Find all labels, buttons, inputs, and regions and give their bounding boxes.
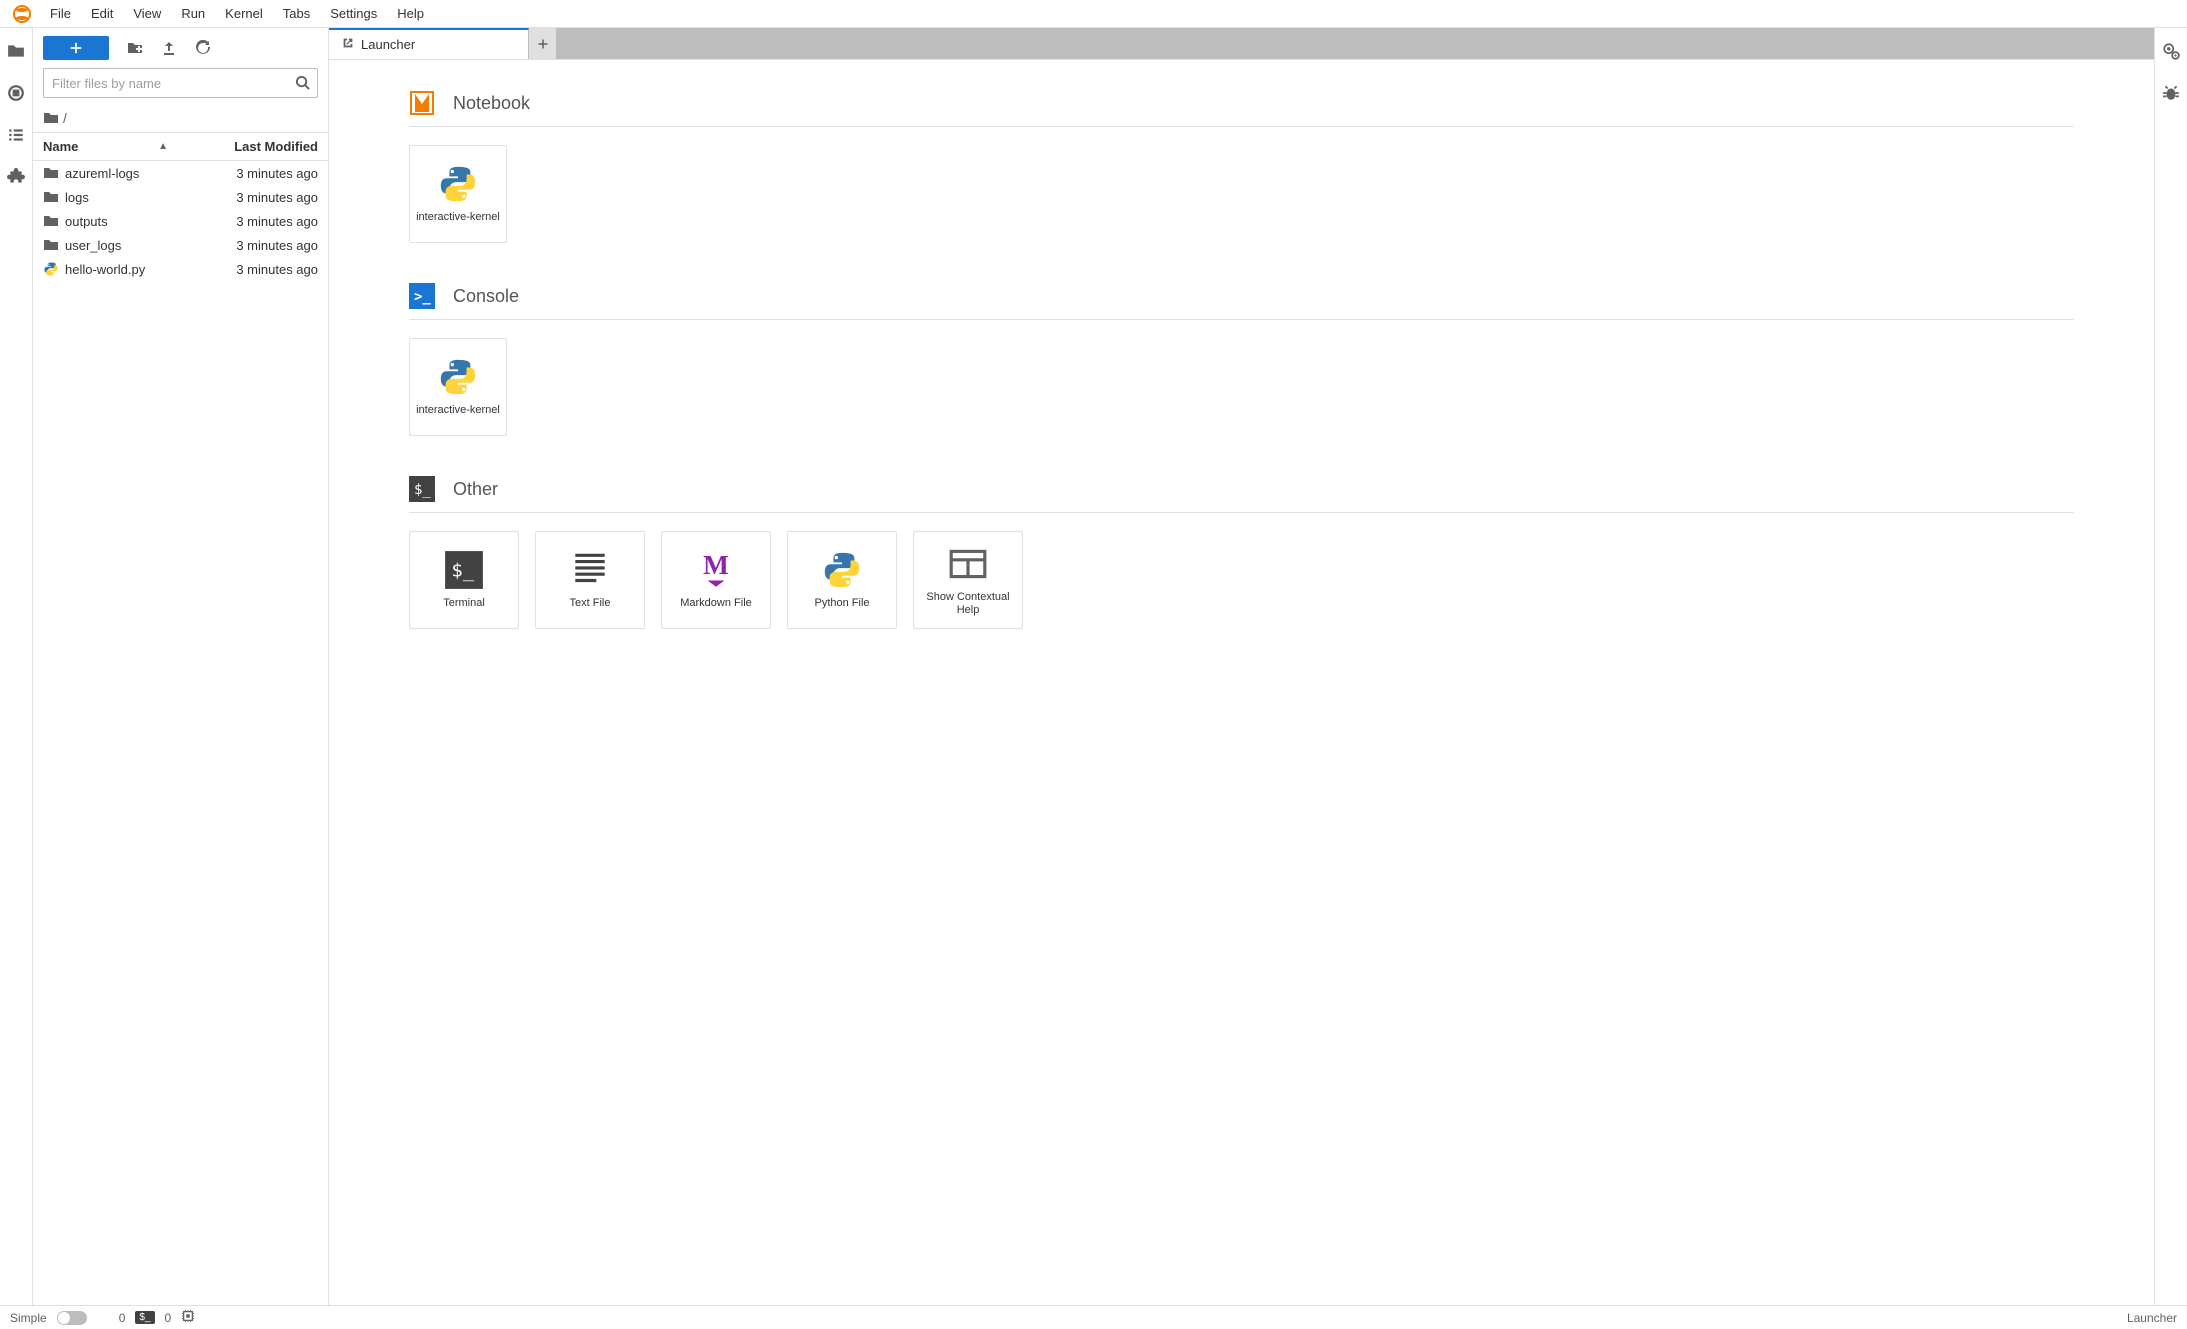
menu-edit[interactable]: Edit [81, 2, 123, 25]
property-inspector-icon[interactable] [2162, 42, 2180, 60]
section-title: Other [453, 479, 498, 500]
menu-kernel[interactable]: Kernel [215, 2, 273, 25]
markdown-icon [695, 549, 737, 591]
file-modified: 3 minutes ago [178, 262, 318, 277]
file-name: logs [65, 190, 178, 205]
header-name-column[interactable]: Name▲ [33, 133, 188, 160]
refresh-icon[interactable] [195, 40, 211, 56]
menu-file[interactable]: File [40, 2, 81, 25]
section-other: Other Terminal Text File Markdown File Pyth… [409, 476, 2074, 629]
terminals-count[interactable]: 0 [119, 1311, 126, 1325]
file-row[interactable]: user_logs3 minutes ago [33, 233, 328, 257]
filter-files-input[interactable] [43, 68, 318, 98]
running-kernels-icon[interactable] [7, 84, 25, 102]
launcher-card[interactable]: Terminal [409, 531, 519, 629]
folder-icon [43, 165, 59, 181]
extensions-icon[interactable] [7, 168, 25, 186]
card-label: Show Contextual Help [920, 591, 1016, 617]
file-list: azureml-logs3 minutes agologs3 minutes a… [33, 161, 328, 1305]
new-folder-icon[interactable] [127, 40, 143, 56]
tab-bar: Launcher [329, 28, 2154, 60]
terminal-icon [443, 549, 485, 591]
card-label: Markdown File [680, 597, 752, 610]
file-modified: 3 minutes ago [178, 238, 318, 253]
file-modified: 3 minutes ago [178, 190, 318, 205]
launcher-card[interactable]: Text File [535, 531, 645, 629]
menu-settings[interactable]: Settings [320, 2, 387, 25]
work-area: Launcher Notebook interactive-kernel Con… [329, 28, 2154, 1305]
card-label: Python File [814, 597, 869, 610]
file-name: user_logs [65, 238, 178, 253]
file-name: outputs [65, 214, 178, 229]
new-launcher-button[interactable] [43, 36, 109, 60]
python-icon [821, 549, 863, 591]
tab-title: Launcher [361, 37, 415, 52]
section-console: Console interactive-kernel [409, 283, 2074, 436]
search-icon [295, 75, 310, 93]
section-title: Notebook [453, 93, 530, 114]
file-row[interactable]: outputs3 minutes ago [33, 209, 328, 233]
kernels-count[interactable]: 0 [165, 1311, 172, 1325]
notebook-section-icon [409, 90, 435, 116]
tab-launcher[interactable]: Launcher [329, 28, 529, 59]
menu-view[interactable]: View [123, 2, 171, 25]
sort-asc-icon: ▲ [158, 141, 168, 152]
file-list-header: Name▲ Last Modified [33, 133, 328, 161]
status-mode: Launcher [2127, 1311, 2177, 1325]
launcher-card[interactable]: Show Contextual Help [913, 531, 1023, 629]
file-browser-toolbar [33, 28, 328, 68]
folder-icon [43, 213, 59, 229]
python-icon [437, 163, 479, 205]
simple-mode-toggle[interactable] [57, 1311, 87, 1325]
help-icon [947, 543, 989, 585]
menu-tabs[interactable]: Tabs [273, 2, 320, 25]
menu-help[interactable]: Help [387, 2, 434, 25]
left-activity-rail [0, 28, 33, 1305]
file-row[interactable]: logs3 minutes ago [33, 185, 328, 209]
card-label: Terminal [443, 597, 485, 610]
launcher-card[interactable]: interactive-kernel [409, 338, 507, 436]
breadcrumb-path: / [63, 110, 67, 126]
folder-icon [43, 189, 59, 205]
folder-icon[interactable] [7, 42, 25, 60]
file-browser: / Name▲ Last Modified azureml-logs3 minu… [33, 28, 329, 1305]
header-modified-column[interactable]: Last Modified [188, 133, 328, 160]
file-modified: 3 minutes ago [178, 166, 318, 181]
status-bar: Simple 0 $_ 0 Launcher [0, 1305, 2187, 1329]
terminal-status-icon[interactable]: $_ [135, 1311, 154, 1324]
python-icon [437, 356, 479, 398]
simple-mode-label: Simple [10, 1311, 47, 1325]
menu-bar: File Edit View Run Kernel Tabs Settings … [0, 0, 2187, 28]
launcher-card[interactable]: Python File [787, 531, 897, 629]
menu-run[interactable]: Run [171, 2, 215, 25]
launcher-card[interactable]: interactive-kernel [409, 145, 507, 243]
file-name: azureml-logs [65, 166, 178, 181]
upload-icon[interactable] [161, 40, 177, 56]
file-modified: 3 minutes ago [178, 214, 318, 229]
folder-icon [43, 237, 59, 253]
file-row[interactable]: hello-world.py3 minutes ago [33, 257, 328, 281]
debugger-icon[interactable] [2162, 84, 2180, 102]
right-activity-rail [2154, 28, 2187, 1305]
other-section-icon [409, 476, 435, 502]
card-label: interactive-kernel [416, 211, 500, 224]
card-label: interactive-kernel [416, 404, 500, 417]
python-file-icon [43, 261, 59, 277]
section-notebook: Notebook interactive-kernel [409, 90, 2074, 243]
launcher-body: Notebook interactive-kernel Console inte… [329, 60, 2154, 1305]
file-row[interactable]: azureml-logs3 minutes ago [33, 161, 328, 185]
launcher-card[interactable]: Markdown File [661, 531, 771, 629]
console-section-icon [409, 283, 435, 309]
text-icon [569, 549, 611, 591]
launcher-tab-icon [341, 36, 355, 53]
card-label: Text File [570, 597, 611, 610]
jupyter-logo-icon [12, 4, 32, 24]
kernel-status-icon[interactable] [181, 1309, 195, 1326]
add-tab-button[interactable] [529, 28, 557, 59]
file-name: hello-world.py [65, 262, 178, 277]
breadcrumb[interactable]: / [33, 104, 328, 133]
section-title: Console [453, 286, 519, 307]
toc-icon[interactable] [7, 126, 25, 144]
